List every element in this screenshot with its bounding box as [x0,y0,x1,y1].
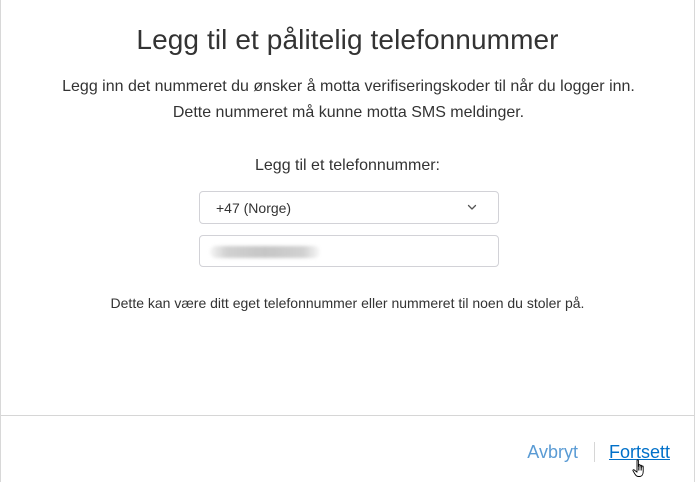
blurred-phone-number [210,246,320,258]
footer-divider [1,415,694,416]
footer-separator [593,442,595,462]
phone-number-input[interactable] [199,235,499,267]
dialog-title: Legg til et pålitelig telefonnummer [136,24,559,55]
dialog-description: Legg inn det nummeret du ønsker å motta … [62,78,635,121]
phone-hint-text: Dette kan være ditt eget telefonnummer e… [110,295,585,311]
hand-cursor-icon [632,459,644,477]
country-code-select[interactable]: +47 (Norge) [199,191,499,224]
chevron-down-icon [467,204,477,210]
phone-field-label: Legg til et telefonnummer: [255,157,440,174]
cancel-button[interactable]: Avbryt [527,442,578,463]
dialog: Legg til et pålitelig telefonnummer Legg… [0,0,695,482]
dialog-footer: Avbryt Fortsett [527,440,670,464]
country-code-value: +47 (Norge) [216,200,292,216]
